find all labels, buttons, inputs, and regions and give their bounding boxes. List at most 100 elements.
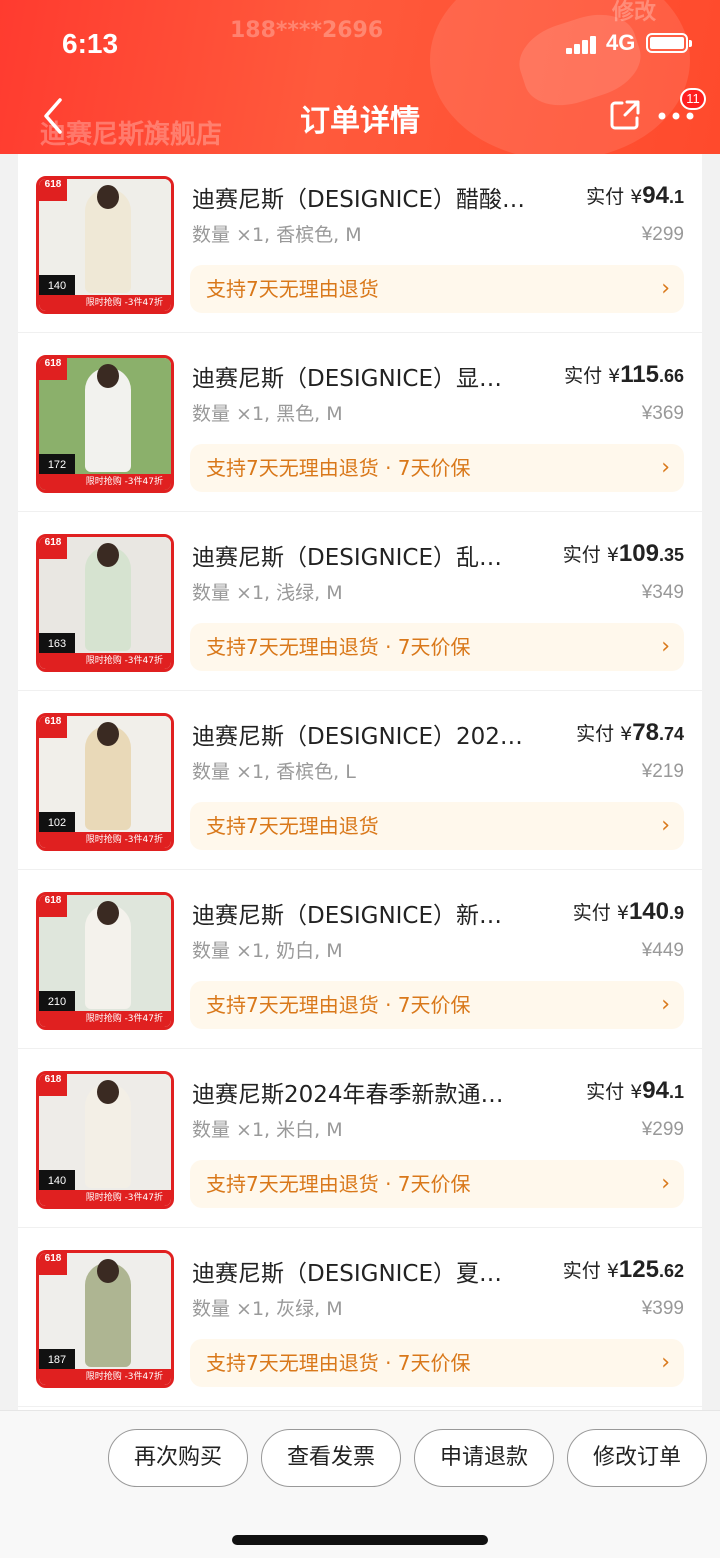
chevron-right-icon: ›	[661, 813, 670, 838]
paid-label: 实付	[572, 902, 611, 924]
promo-618-badge: 618	[39, 716, 67, 738]
thumb-price-tag: 102	[39, 812, 75, 832]
product-image[interactable]: 618 140 限时抢购 -3件47折	[36, 176, 174, 314]
return-policy-bar[interactable]: 支持7天无理由退货 · 7天价保 ›	[190, 981, 684, 1029]
rebuy-button[interactable]: 再次购买	[108, 1429, 248, 1487]
promo-618-badge: 618	[39, 179, 67, 201]
order-item[interactable]: 618 210 限时抢购 -3件47折 迪赛尼斯（DESIGNICE）新… 实付…	[18, 870, 702, 1049]
paid-decimal: .62	[658, 1261, 684, 1281]
paid-amount: 实付 ¥94.1	[586, 1077, 684, 1105]
modify-order-button[interactable]: 修改订单	[567, 1429, 707, 1487]
product-title[interactable]: 迪赛尼斯（DESIGNICE）乱…	[192, 538, 552, 572]
product-title[interactable]: 迪赛尼斯（DESIGNICE）夏…	[192, 1254, 552, 1288]
product-title[interactable]: 迪赛尼斯（DESIGNICE）显…	[192, 359, 552, 393]
product-spec: 数量 ×1, 浅绿, M	[192, 582, 343, 604]
return-policy-bar[interactable]: 支持7天无理由退货 ›	[190, 802, 684, 850]
return-policy-bar[interactable]: 支持7天无理由退货 · 7天价保 ›	[190, 623, 684, 671]
paid-decimal: .1	[668, 187, 684, 207]
share-icon[interactable]	[608, 98, 642, 132]
product-image[interactable]: 618 172 限时抢购 -3件47折	[36, 355, 174, 493]
paid-integer: 115	[620, 361, 659, 388]
network-type: 4G	[606, 30, 636, 55]
home-indicator	[232, 1535, 488, 1545]
product-spec: 数量 ×1, 香槟色, L	[192, 761, 356, 783]
product-title[interactable]: 迪赛尼斯（DESIGNICE）202…	[192, 717, 552, 751]
product-title[interactable]: 迪赛尼斯（DESIGNICE）新…	[192, 896, 552, 930]
thumb-promo-strip: 限时抢购 -3件47折	[39, 1011, 171, 1027]
product-title[interactable]: 迪赛尼斯（DESIGNICE）醋酸…	[192, 180, 552, 214]
order-item[interactable]: 618 140 限时抢购 -3件47折 迪赛尼斯2024年春季新款通… 实付 ¥…	[18, 1049, 702, 1228]
return-policy-bar[interactable]: 支持7天无理由退货 · 7天价保 ›	[190, 1160, 684, 1208]
return-policy-bar[interactable]: 支持7天无理由退货 · 7天价保 ›	[190, 444, 684, 492]
order-item[interactable]: 618 163 限时抢购 -3件47折 迪赛尼斯（DESIGNICE）乱… 实付…	[18, 512, 702, 691]
thumb-promo-strip: 限时抢购 -3件47折	[39, 1369, 171, 1385]
return-policy-text: 支持7天无理由退货	[206, 277, 379, 301]
return-policy-bar[interactable]: 支持7天无理由退货 · 7天价保 ›	[190, 1339, 684, 1387]
product-title[interactable]: 迪赛尼斯2024年春季新款通…	[192, 1075, 552, 1109]
order-item[interactable]: 618 102 限时抢购 -3件47折 迪赛尼斯（DESIGNICE）202… …	[18, 691, 702, 870]
paid-label: 实付	[576, 723, 615, 745]
thumb-price-tag: 210	[39, 991, 75, 1011]
thumb-price-tag: 172	[39, 454, 75, 474]
original-price: ¥399	[641, 1298, 684, 1319]
paid-label: 实付	[586, 186, 625, 208]
currency-symbol: ¥	[606, 544, 619, 566]
paid-decimal: .74	[658, 724, 684, 744]
return-policy-text: 支持7天无理由退货 · 7天价保	[206, 993, 471, 1017]
chevron-right-icon: ›	[661, 276, 670, 301]
product-image[interactable]: 618 163 限时抢购 -3件47折	[36, 534, 174, 672]
bottom-action-bar: 再次购买 查看发票 申请退款 修改订单	[0, 1410, 720, 1558]
thumb-price-tag: 187	[39, 1349, 75, 1369]
paid-amount: 实付 ¥115.66	[564, 361, 684, 389]
header: 迪赛尼斯旗舰店 188****2696 修改 6:13 4G 订单详情 11	[0, 0, 720, 154]
order-item[interactable]: 618 140 限时抢购 -3件47折 迪赛尼斯（DESIGNICE）醋酸… 实…	[18, 154, 702, 333]
product-image[interactable]: 618 102 限时抢购 -3件47折	[36, 713, 174, 851]
view-invoice-button[interactable]: 查看发票	[261, 1429, 401, 1487]
paid-label: 实付	[562, 544, 601, 566]
model-head	[97, 364, 119, 388]
paid-integer: 140	[628, 898, 669, 925]
promo-618-badge: 618	[39, 358, 67, 380]
model-head	[97, 1259, 119, 1283]
model-head	[97, 722, 119, 746]
paid-integer: 109	[618, 540, 659, 567]
return-policy-text: 支持7天无理由退货 · 7天价保	[206, 456, 471, 480]
product-image[interactable]: 618 187 限时抢购 -3件47折	[36, 1250, 174, 1388]
chevron-right-icon: ›	[661, 1171, 670, 1196]
paid-amount: 实付 ¥94.1	[586, 182, 684, 210]
paid-integer: 94	[642, 1077, 669, 1104]
return-policy-text: 支持7天无理由退货 · 7天价保	[206, 635, 471, 659]
paid-decimal: .66	[658, 366, 684, 386]
original-price: ¥369	[641, 403, 684, 424]
promo-618-badge: 618	[39, 537, 67, 559]
model-head	[97, 543, 119, 567]
product-image[interactable]: 618 210 限时抢购 -3件47折	[36, 892, 174, 1030]
promo-618-badge: 618	[39, 1074, 67, 1096]
thumb-price-tag: 140	[39, 275, 75, 295]
original-price: ¥219	[641, 761, 684, 782]
request-refund-button[interactable]: 申请退款	[414, 1429, 554, 1487]
paid-integer: 78	[632, 719, 659, 746]
order-item[interactable]: 618 187 限时抢购 -3件47折 迪赛尼斯（DESIGNICE）夏… 实付…	[18, 1228, 702, 1407]
order-item[interactable]: 618 172 限时抢购 -3件47折 迪赛尼斯（DESIGNICE）显… 实付…	[18, 333, 702, 512]
product-spec: 数量 ×1, 香槟色, M	[192, 224, 362, 246]
paid-decimal: .1	[668, 1082, 684, 1102]
paid-integer: 94	[642, 182, 669, 209]
paid-decimal: .35	[658, 545, 684, 565]
return-policy-text: 支持7天无理由退货	[206, 814, 379, 838]
product-spec: 数量 ×1, 灰绿, M	[192, 1298, 343, 1320]
paid-label: 实付	[586, 1081, 625, 1103]
currency-symbol: ¥	[608, 365, 621, 387]
chevron-right-icon: ›	[661, 455, 670, 480]
paid-amount: 实付 ¥140.9	[573, 898, 684, 926]
paid-label: 实付	[564, 365, 603, 387]
model-head	[97, 185, 119, 209]
return-policy-bar[interactable]: 支持7天无理由退货 ›	[190, 265, 684, 313]
currency-symbol: ¥	[606, 1260, 619, 1282]
chevron-right-icon: ›	[661, 634, 670, 659]
thumb-price-tag: 140	[39, 1170, 75, 1190]
promo-618-badge: 618	[39, 1253, 67, 1275]
product-image[interactable]: 618 140 限时抢购 -3件47折	[36, 1071, 174, 1209]
original-price: ¥349	[641, 582, 684, 603]
product-spec: 数量 ×1, 奶白, M	[192, 940, 343, 962]
